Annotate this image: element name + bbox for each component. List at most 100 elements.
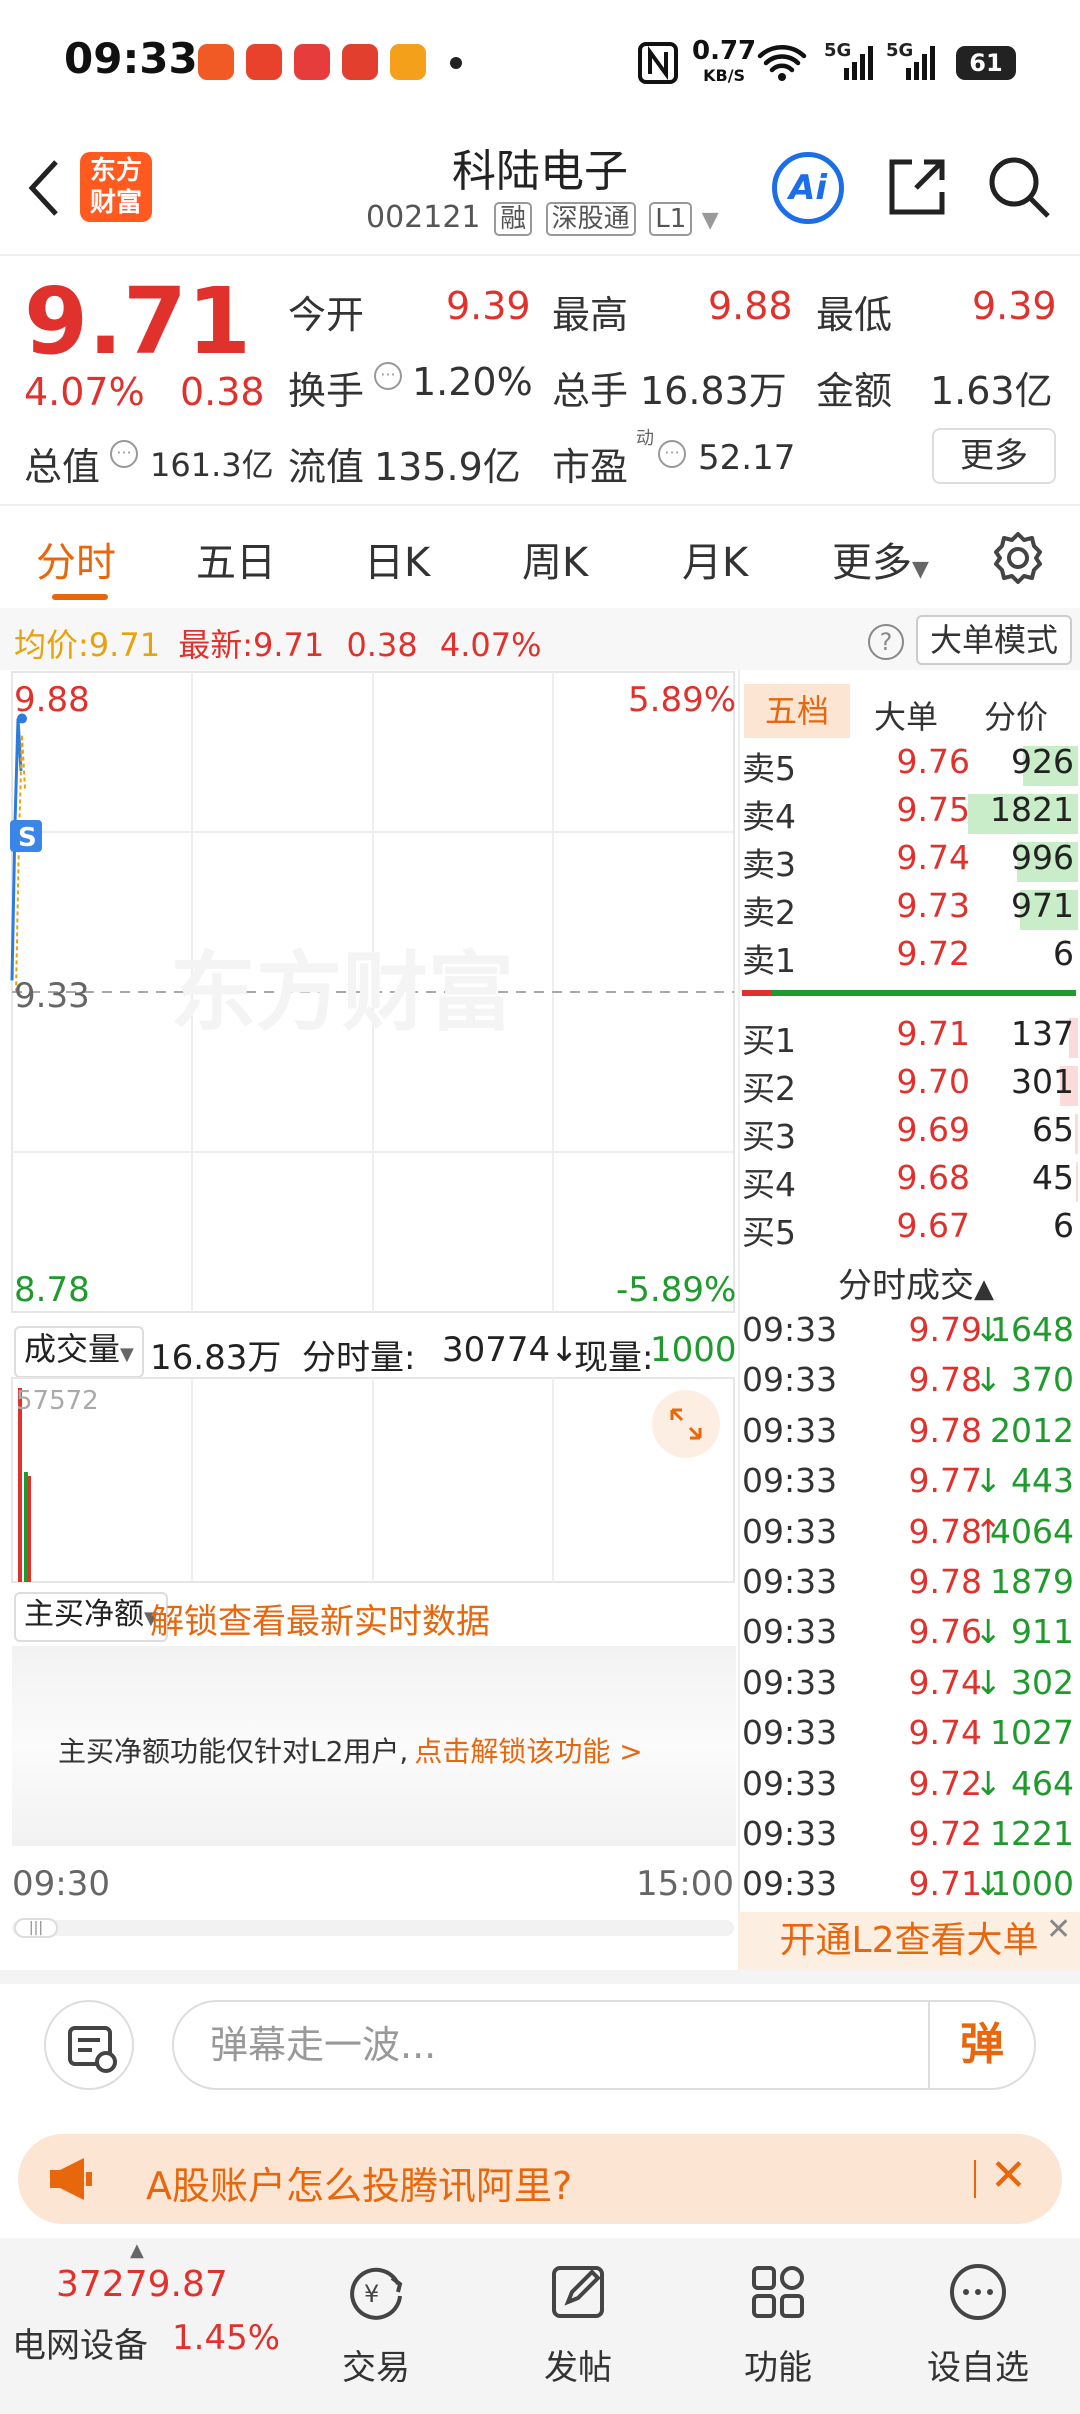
trade-time: 09:33	[742, 1360, 838, 1400]
promo-text[interactable]: A股账户怎么投腾讯阿里?	[146, 2155, 572, 2210]
more-button[interactable]: 更多	[932, 428, 1056, 484]
chart-scrollbar-track[interactable]	[12, 1920, 734, 1936]
dropdown-caret-icon: ▼	[120, 1344, 134, 1365]
info-icon[interactable]: ···	[658, 440, 686, 468]
pe-dynamic-sup: 动	[636, 428, 654, 449]
low-label: 最低	[816, 293, 893, 337]
bids-price: 9.68	[896, 1158, 970, 1197]
latest-change: 0.38	[346, 626, 418, 664]
wifi-icon	[757, 45, 807, 81]
ai-button[interactable]: Ai	[772, 152, 844, 224]
unlock-realtime-link[interactable]: 解锁查看最新实时数据	[150, 1594, 490, 1643]
stock-code-row[interactable]: 002121 融 深股通 L1 ▼	[366, 200, 719, 236]
danmaku-input[interactable]: 弹幕走一波...	[172, 2000, 1036, 2090]
bids-row[interactable]: 买3 9.69 65	[742, 1110, 1078, 1158]
tab-monthly-k[interactable]: 月K	[682, 530, 748, 588]
settings-gear-icon[interactable]	[990, 530, 1046, 586]
trade-volume: 2012	[990, 1410, 1074, 1450]
nav-functions[interactable]: 功能	[708, 2262, 848, 2389]
volume-bar	[28, 1476, 31, 1582]
close-l2-icon[interactable]: ✕	[1046, 1912, 1071, 1947]
asks-row[interactable]: 卖3 9.74 996	[742, 838, 1078, 886]
net-buy-header: 主买净额▼ 解锁查看最新实时数据	[0, 1584, 738, 1646]
chart-watermark: 东方财富	[170, 943, 514, 1043]
back-arrow-icon[interactable]	[24, 156, 64, 220]
status-bar: 09:33 0.77 KB/S 5G 5G 61	[0, 0, 1080, 125]
volume-indicator-select[interactable]: 成交量▼	[14, 1326, 144, 1378]
index-name[interactable]: 电网设备	[12, 2318, 148, 2367]
bids-row[interactable]: 买1 9.71 137	[742, 1014, 1078, 1062]
unlock-feature-link[interactable]: 点击解锁该功能 >	[414, 1735, 642, 1768]
search-icon[interactable]	[986, 154, 1052, 220]
tab-more[interactable]: 更多▼	[832, 530, 929, 588]
dropdown-caret-icon: ▼	[912, 557, 929, 582]
volume-chart[interactable]	[0, 1376, 738, 1584]
trades-title[interactable]: 分时成交▲	[838, 1258, 994, 1307]
open-l2-button[interactable]: 开通L2查看大单	[738, 1912, 1080, 1970]
mktcap-label: 总值	[24, 445, 101, 489]
info-icon[interactable]: ···	[374, 362, 402, 390]
bids-row[interactable]: 买4 9.68 45	[742, 1158, 1078, 1206]
minute-volume: 30774↓	[442, 1330, 579, 1370]
trade-volume: 1000	[990, 1864, 1074, 1904]
trade-volume: 1027	[990, 1713, 1074, 1753]
asks-row[interactable]: 卖2 9.73 971	[742, 886, 1078, 934]
bids-row[interactable]: 买2 9.70 301	[742, 1062, 1078, 1110]
intraday-chart[interactable]: 东方财富 S	[0, 670, 738, 1320]
current-volume-label: 现量:	[574, 1338, 654, 1378]
connect-tag: 深股通	[545, 201, 636, 236]
notification-app-icon	[342, 44, 378, 80]
bids-price: 9.70	[896, 1062, 970, 1101]
volume-header: 成交量▼ 16.83万 分时量: 30774↓ 现量: 1000	[0, 1320, 738, 1378]
tab-weekly-k[interactable]: 周K	[522, 530, 588, 588]
total-volume: 16.83万	[150, 1338, 282, 1378]
chart-scrollbar-handle[interactable]: |||	[14, 1918, 58, 1938]
info-icon[interactable]: ···	[110, 440, 138, 468]
big-order-mode-button[interactable]: 大单模式	[916, 615, 1072, 665]
volume-bar	[24, 1472, 28, 1582]
battery-indicator: 61	[956, 46, 1016, 80]
tab-intraday[interactable]: 分时	[36, 530, 116, 588]
pe-label: 市盈	[552, 445, 629, 489]
bids-price: 9.71	[896, 1014, 970, 1053]
chevron-up-icon[interactable]: ▲	[130, 2240, 144, 2261]
status-time: 09:33	[64, 34, 198, 83]
more-dots-icon	[950, 2264, 1006, 2320]
turnover-value: 1.20%	[412, 360, 533, 404]
help-icon[interactable]: ?	[868, 624, 904, 660]
asks-volume: 6	[1053, 934, 1074, 973]
tab-big-orders[interactable]: 大单	[874, 692, 938, 738]
trade-price: 9.74	[908, 1713, 982, 1753]
asks-row[interactable]: 卖1 9.72 6	[742, 934, 1078, 982]
expand-button[interactable]	[652, 1390, 720, 1458]
index-value[interactable]: 37279.87	[56, 2264, 228, 2305]
tab-price-split[interactable]: 分价	[984, 692, 1048, 738]
notification-app-icon	[246, 44, 282, 80]
tab-daily-k[interactable]: 日K	[364, 530, 430, 588]
nav-trade[interactable]: ¥ 交易	[306, 2262, 446, 2389]
share-icon[interactable]	[886, 156, 948, 218]
danmaku-send-button[interactable]: 弹	[928, 2002, 1034, 2088]
asks-volume: 996	[1011, 838, 1074, 877]
close-promo-icon[interactable]: ✕	[990, 2150, 1027, 2201]
nav-add-watchlist[interactable]: 设自选	[908, 2262, 1048, 2389]
tab-five-day[interactable]: 五日	[196, 530, 276, 588]
trade-price: 9.76	[908, 1612, 982, 1652]
danmaku-settings-button[interactable]	[44, 2000, 134, 2090]
asks-row[interactable]: 卖4 9.75 1821	[742, 790, 1078, 838]
high-value: 9.88	[708, 284, 793, 328]
bid-ratio-fill	[742, 990, 772, 996]
trade-time: 09:33	[742, 1562, 838, 1601]
weibo-icon	[294, 44, 330, 80]
bid-ask-ratio-bar	[742, 990, 1076, 996]
trade-direction: ↓	[974, 1461, 1002, 1501]
trade-time: 09:33	[742, 1864, 838, 1904]
net-buy-select[interactable]: 主买净额▼	[14, 1592, 168, 1642]
latest-pct: 4.07%	[439, 626, 542, 664]
more-notifications-dot-icon	[450, 57, 462, 69]
bids-row[interactable]: 买5 9.67 6	[742, 1206, 1078, 1254]
nfc-icon	[638, 42, 678, 84]
asks-row[interactable]: 卖5 9.76 926	[742, 742, 1078, 790]
nav-post[interactable]: 发帖	[508, 2262, 648, 2389]
tab-five-levels[interactable]: 五档	[744, 684, 850, 738]
